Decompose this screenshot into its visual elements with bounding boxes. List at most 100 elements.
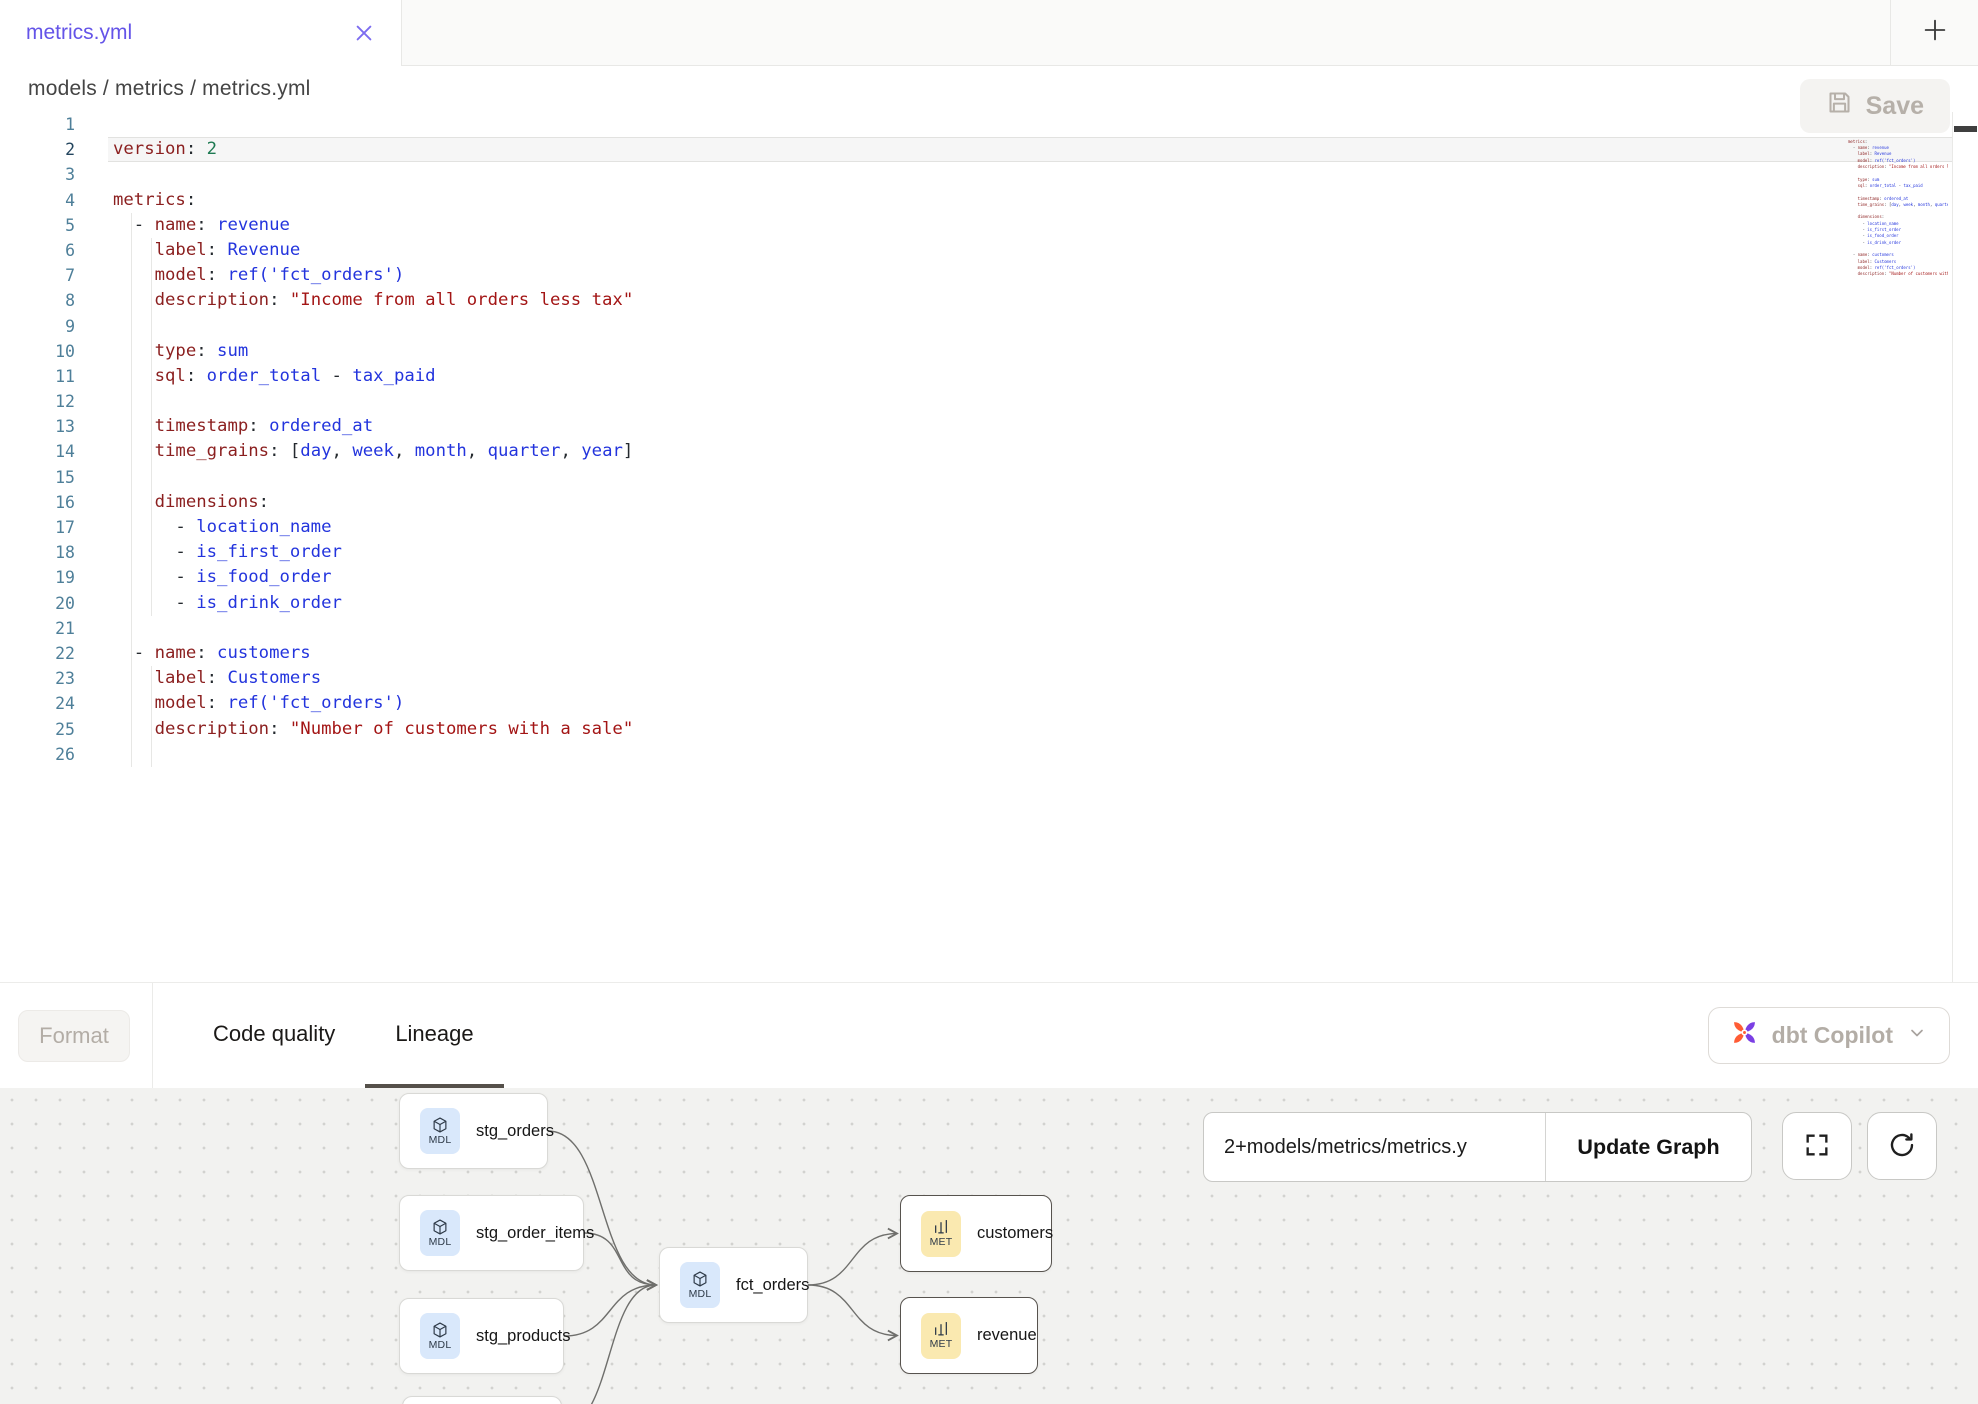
code-line-8[interactable]: 8 description: "Income from all orders l… bbox=[0, 288, 1978, 313]
close-tab-icon[interactable] bbox=[353, 22, 375, 44]
tab-bar-empty bbox=[402, 0, 1890, 66]
node-type-label: MDL bbox=[429, 1339, 452, 1351]
fullscreen-button[interactable] bbox=[1782, 1112, 1852, 1180]
code-line-17[interactable]: 17 - location_name bbox=[0, 515, 1978, 540]
code-text: label: Revenue bbox=[113, 238, 300, 263]
node-label: customers bbox=[977, 1224, 1053, 1243]
lineage-node-customers[interactable]: MET customers bbox=[900, 1195, 1052, 1272]
node-label: stg_order_items bbox=[476, 1224, 594, 1243]
lineage-canvas[interactable]: MDLstg_ordersMDLstg_order_itemsMDLstg_pr… bbox=[0, 1088, 1978, 1404]
code-line-13[interactable]: 13 timestamp: ordered_at bbox=[0, 414, 1978, 439]
scrollbar-cursor-mark bbox=[1954, 126, 1977, 132]
fullscreen-icon bbox=[1803, 1131, 1831, 1162]
model-cube-icon bbox=[432, 1322, 448, 1338]
node-type-badge: MDL bbox=[420, 1108, 460, 1154]
current-line-highlight bbox=[108, 137, 1953, 162]
lineage-node-stg_orders[interactable]: MDLstg_orders bbox=[399, 1093, 548, 1169]
chevron-down-icon bbox=[1907, 1022, 1927, 1049]
lineage-filter-input[interactable] bbox=[1204, 1113, 1545, 1181]
code-line-2[interactable]: 2version: 2 bbox=[0, 137, 1978, 162]
code-line-25[interactable]: 25 description: "Number of customers wit… bbox=[0, 717, 1978, 742]
line-number: 10 bbox=[0, 339, 75, 364]
code-line-7[interactable]: 7 model: ref('fct_orders') bbox=[0, 263, 1978, 288]
line-number: 6 bbox=[0, 238, 75, 263]
save-label: Save bbox=[1866, 92, 1924, 121]
tab-metrics-yml[interactable]: metrics.yml bbox=[0, 0, 402, 66]
lineage-node-fct_orders[interactable]: MDLfct_orders bbox=[659, 1247, 808, 1323]
code-text: - is_first_order bbox=[113, 540, 342, 565]
lineage-node-stg_products[interactable]: MDLstg_products bbox=[399, 1298, 564, 1374]
line-number: 11 bbox=[0, 364, 75, 389]
save-icon bbox=[1826, 89, 1853, 123]
code-text: model: ref('fct_orders') bbox=[113, 691, 404, 716]
code-line-3[interactable]: 3 bbox=[0, 162, 1978, 187]
code-line-15[interactable]: 15 bbox=[0, 465, 1978, 490]
panel-tabs: Code quality Lineage bbox=[183, 983, 504, 1088]
minimap[interactable]: version: 2metrics: - name: revenue label… bbox=[1848, 120, 1948, 284]
code-line-19[interactable]: 19 - is_food_order bbox=[0, 565, 1978, 590]
format-button[interactable]: Format bbox=[18, 1010, 130, 1062]
refresh-button[interactable] bbox=[1867, 1112, 1937, 1180]
code-line-22[interactable]: 22 - name: customers bbox=[0, 641, 1978, 666]
line-number: 22 bbox=[0, 641, 75, 666]
code-line-26[interactable]: 26 bbox=[0, 742, 1978, 767]
code-line-12[interactable]: 12 bbox=[0, 389, 1978, 414]
code-line-1[interactable]: 1 bbox=[0, 112, 1978, 137]
lineage-edge-fct_orders-to-revenue bbox=[808, 1285, 897, 1336]
code-line-10[interactable]: 10 type: sum bbox=[0, 339, 1978, 364]
lineage-node-stg_order_items[interactable]: MDLstg_order_items bbox=[399, 1195, 584, 1271]
code-line-4[interactable]: 4metrics: bbox=[0, 188, 1978, 213]
code-line-14[interactable]: 14 time_grains: [day, week, month, quart… bbox=[0, 439, 1978, 464]
save-button[interactable]: Save bbox=[1800, 79, 1950, 133]
line-number: 18 bbox=[0, 540, 75, 565]
code-line-16[interactable]: 16 dimensions: bbox=[0, 490, 1978, 515]
indent-guide bbox=[151, 465, 152, 490]
line-number: 7 bbox=[0, 263, 75, 288]
code-editor[interactable]: 12version: 234metrics:5 - name: revenue6… bbox=[0, 112, 1978, 982]
node-label: stg_orders bbox=[476, 1122, 554, 1141]
plus-icon bbox=[1921, 16, 1949, 49]
code-text: description: "Income from all orders les… bbox=[113, 288, 633, 313]
code-line-6[interactable]: 6 label: Revenue bbox=[0, 238, 1978, 263]
code-line-18[interactable]: 18 - is_first_order bbox=[0, 540, 1978, 565]
code-text: time_grains: [day, week, month, quarter,… bbox=[113, 439, 633, 464]
node-type-label: MDL bbox=[429, 1134, 452, 1146]
node-type-label: MET bbox=[930, 1236, 953, 1248]
lineage-edge-stg_order_items-to-fct_orders bbox=[584, 1233, 656, 1285]
code-line-23[interactable]: 23 label: Customers bbox=[0, 666, 1978, 691]
model-cube-icon bbox=[432, 1117, 448, 1133]
lineage-node-revenue[interactable]: METrevenue bbox=[900, 1297, 1038, 1374]
line-number: 13 bbox=[0, 414, 75, 439]
line-number: 25 bbox=[0, 717, 75, 742]
line-number: 12 bbox=[0, 389, 75, 414]
code-line-24[interactable]: 24 model: ref('fct_orders') bbox=[0, 691, 1978, 716]
code-line-21[interactable]: 21 bbox=[0, 616, 1978, 641]
node-type-badge: MDL bbox=[420, 1210, 460, 1256]
node-label: fct_orders bbox=[736, 1276, 809, 1295]
code-line-20[interactable]: 20 - is_drink_order bbox=[0, 591, 1978, 616]
code-line-9[interactable]: 9 bbox=[0, 314, 1978, 339]
tab-code-quality[interactable]: Code quality bbox=[183, 983, 365, 1088]
indent-guide bbox=[131, 389, 132, 414]
code-text: label: Customers bbox=[113, 666, 321, 691]
line-number: 16 bbox=[0, 490, 75, 515]
dbt-copilot-button[interactable]: dbt Copilot bbox=[1708, 1007, 1950, 1064]
update-graph-button[interactable]: Update Graph bbox=[1545, 1113, 1751, 1181]
node-type-label: MET bbox=[930, 1338, 953, 1350]
code-line-5[interactable]: 5 - name: revenue bbox=[0, 213, 1978, 238]
code-text: type: sum bbox=[113, 339, 248, 364]
line-number: 9 bbox=[0, 314, 75, 339]
toolbar-divider bbox=[152, 983, 153, 1088]
new-tab-button[interactable] bbox=[1890, 0, 1978, 66]
lineage-node-partial[interactable]: MDL bbox=[402, 1396, 562, 1404]
code-text: - location_name bbox=[113, 515, 332, 540]
line-number: 15 bbox=[0, 465, 75, 490]
node-type-badge: MDL bbox=[420, 1313, 460, 1359]
lineage-edge-stg_partial-to-fct_orders bbox=[562, 1285, 656, 1404]
breadcrumb-bar: models / metrics / metrics.yml bbox=[0, 66, 1978, 112]
code-text: metrics: bbox=[113, 188, 196, 213]
editor-scrollbar[interactable] bbox=[1952, 112, 1978, 982]
code-line-11[interactable]: 11 sql: order_total - tax_paid bbox=[0, 364, 1978, 389]
indent-guide bbox=[151, 389, 152, 414]
tab-lineage[interactable]: Lineage bbox=[365, 983, 503, 1088]
